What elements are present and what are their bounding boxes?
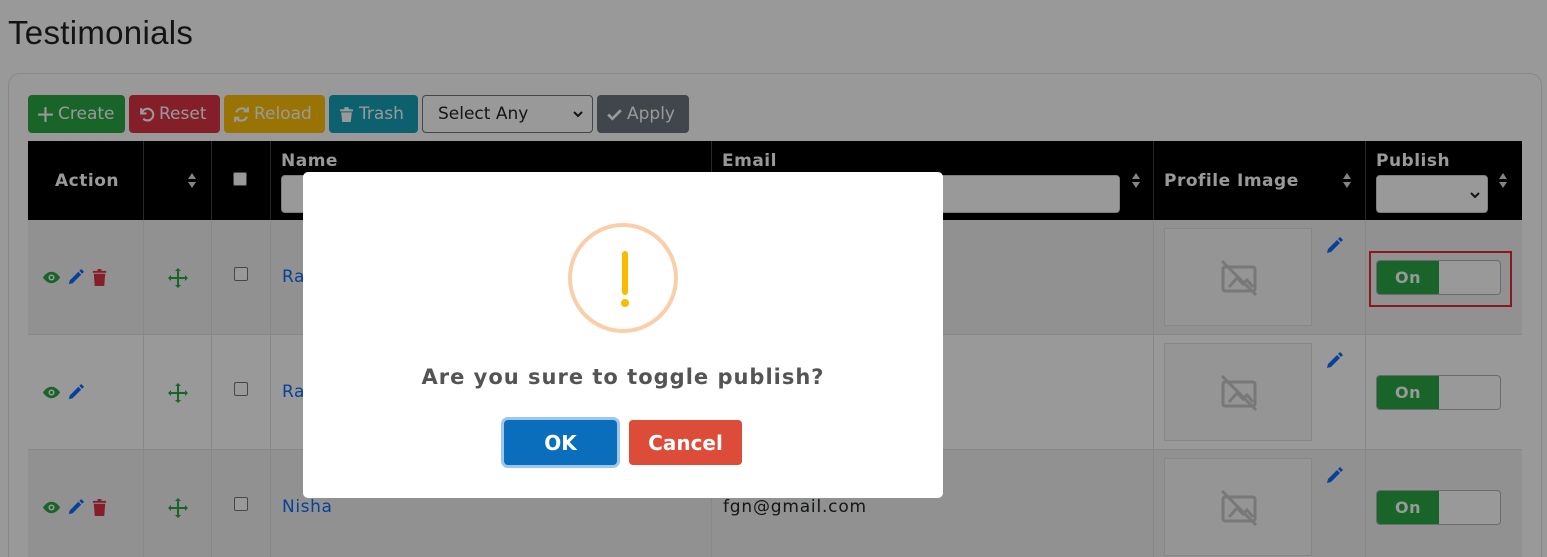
cancel-button[interactable]: Cancel bbox=[629, 420, 742, 465]
warning-bar bbox=[622, 251, 628, 295]
dialog-message: Are you sure to toggle publish? bbox=[421, 365, 825, 389]
warning-icon bbox=[568, 223, 678, 333]
warning-dot bbox=[621, 299, 629, 307]
ok-button[interactable]: OK bbox=[504, 420, 617, 465]
confirm-dialog: Are you sure to toggle publish? OK Cance… bbox=[303, 172, 943, 498]
